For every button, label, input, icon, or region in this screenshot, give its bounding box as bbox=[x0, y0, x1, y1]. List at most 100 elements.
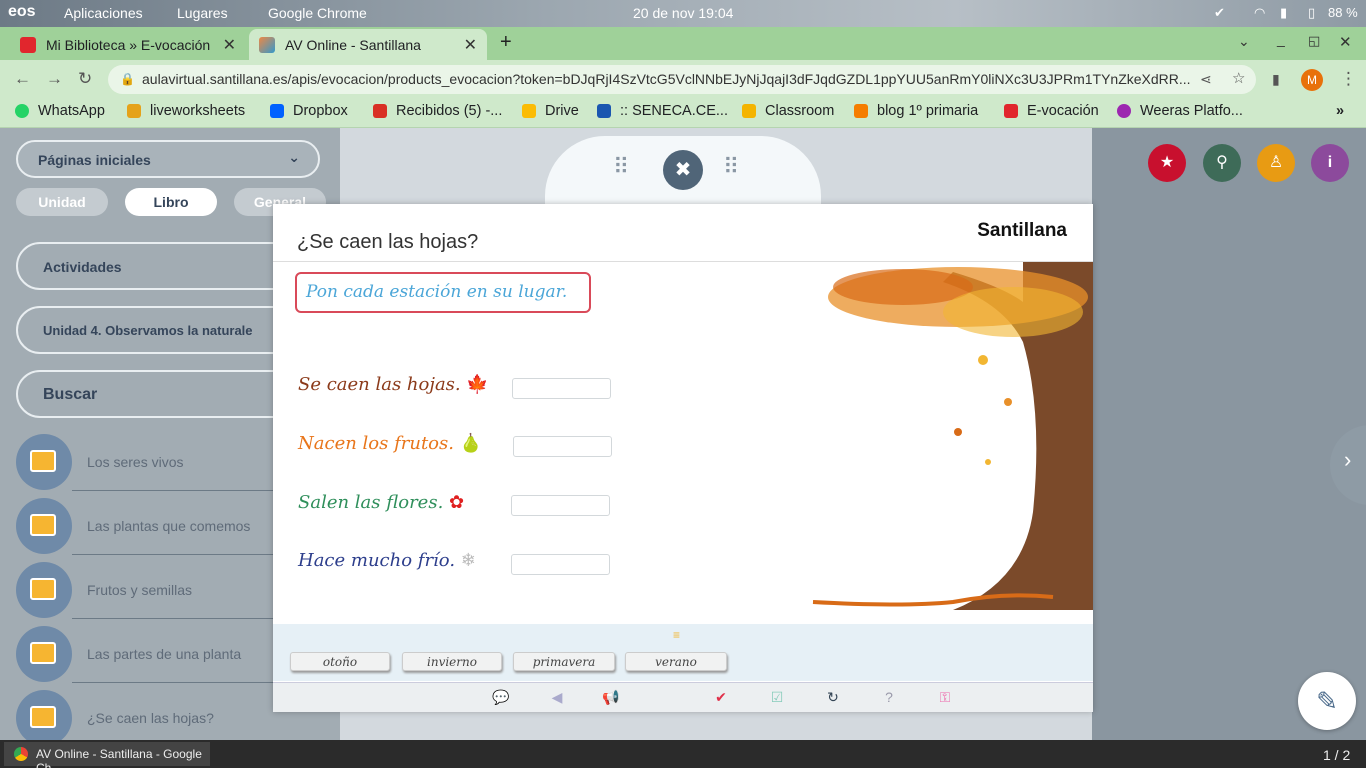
option-verano[interactable]: verano bbox=[625, 652, 727, 671]
pear-icon: 🍐 bbox=[459, 433, 483, 454]
tab-mi-biblioteca[interactable]: Mi Biblioteca » E-vocación ✕ bbox=[10, 29, 246, 60]
weeras-icon bbox=[1117, 104, 1131, 118]
user-button[interactable]: ♙ bbox=[1257, 144, 1295, 182]
drag-handle-icon[interactable]: ⠿ bbox=[613, 154, 629, 180]
favorites-button[interactable]: ★ bbox=[1148, 144, 1186, 182]
bookmark-dropbox[interactable]: Dropbox bbox=[270, 103, 348, 119]
classroom-icon bbox=[742, 104, 756, 118]
snowflake-icon: ❄ bbox=[460, 550, 476, 571]
folder-icon bbox=[30, 514, 56, 536]
more-bookmarks-button[interactable]: » bbox=[1336, 103, 1344, 119]
check-icon[interactable]: ✔ bbox=[1214, 5, 1225, 21]
leaf-icon: 🍁 bbox=[466, 374, 489, 395]
drag-handle-icon[interactable]: ⠿ bbox=[723, 154, 739, 180]
back-icon[interactable]: ← bbox=[14, 69, 31, 89]
chevron-right-icon: › bbox=[1344, 447, 1352, 472]
check-answers-icon[interactable]: ✔ bbox=[711, 689, 731, 706]
workspace-indicator[interactable]: 1 / 2 bbox=[1323, 747, 1350, 763]
maximize-button[interactable]: ◱ bbox=[1308, 33, 1320, 49]
sentence-verano: Nacen los frutos. 🍐 bbox=[298, 433, 483, 454]
checklist-icon[interactable]: ☑ bbox=[767, 689, 787, 706]
info-button[interactable]: i bbox=[1311, 144, 1349, 182]
bookmark-classroom[interactable]: Classroom bbox=[742, 103, 834, 119]
close-tab-icon[interactable]: ✕ bbox=[223, 35, 236, 55]
menu-kebab-icon[interactable]: ⋮ bbox=[1340, 69, 1357, 89]
bookmark-drive[interactable]: Drive bbox=[522, 103, 579, 119]
tab-libro[interactable]: Libro bbox=[125, 188, 217, 216]
tab-unidad[interactable]: Unidad bbox=[16, 188, 108, 216]
profile-avatar[interactable]: M bbox=[1301, 69, 1323, 91]
edit-button[interactable]: ✎ bbox=[1298, 672, 1356, 730]
bookmark-whatsapp[interactable]: WhatsApp bbox=[15, 103, 105, 119]
evocacion-icon bbox=[1004, 104, 1018, 118]
blogger-icon bbox=[854, 104, 868, 118]
seneca-icon bbox=[597, 104, 611, 118]
clock[interactable]: 20 de nov 19:04 bbox=[633, 5, 733, 21]
key-icon[interactable]: ⚿ bbox=[935, 689, 955, 706]
system-top-bar: eos Aplicaciones Lugares Google Chrome 2… bbox=[0, 0, 1366, 27]
taskbar-window-item[interactable]: AV Online - Santillana - Google Ch... bbox=[4, 742, 210, 768]
bookmark-liveworksheets[interactable]: liveworksheets bbox=[127, 103, 245, 119]
option-invierno[interactable]: invierno bbox=[402, 652, 502, 671]
info-icon: i bbox=[1327, 154, 1333, 171]
close-icon: ✖ bbox=[674, 159, 692, 181]
activity-modal: ¿Se caen las hojas? Santillana Pon cada … bbox=[273, 204, 1093, 712]
minimize-button[interactable]: _ bbox=[1277, 31, 1285, 47]
option-otono[interactable]: otoño bbox=[290, 652, 390, 671]
bookmark-blog[interactable]: blog 1º primaria bbox=[854, 103, 978, 119]
audio-off-icon[interactable]: ◀ bbox=[547, 689, 567, 706]
forward-icon[interactable]: → bbox=[46, 69, 63, 89]
bookmark-weeras[interactable]: Weeras Platfo... bbox=[1117, 103, 1243, 119]
menu-google-chrome[interactable]: Google Chrome bbox=[268, 5, 367, 21]
close-window-button[interactable]: ✕ bbox=[1339, 33, 1352, 51]
battery-level: 88 % bbox=[1328, 5, 1358, 20]
pages-dropdown[interactable]: Páginas iniciales ⌄ bbox=[16, 140, 320, 178]
side-panel-icon[interactable]: ▮ bbox=[1272, 71, 1280, 88]
answer-box-1[interactable] bbox=[512, 378, 611, 399]
autumn-tree-illustration bbox=[812, 262, 1093, 610]
liveworksheets-icon bbox=[127, 104, 141, 118]
bookmark-gmail[interactable]: Recibidos (5) -... bbox=[373, 103, 502, 119]
tab-search-icon[interactable]: ⌄ bbox=[1238, 33, 1250, 50]
address-bar[interactable]: 🔒 aulavirtual.santillana.es/apis/evocaci… bbox=[108, 65, 1256, 94]
help-icon[interactable]: ? bbox=[879, 689, 899, 705]
tray-handle-icon[interactable]: ≡ bbox=[673, 628, 680, 642]
santillana-favicon-icon bbox=[259, 36, 275, 53]
bookmark-seneca[interactable]: :: SENECA.CE... bbox=[597, 103, 728, 119]
bookmarks-bar: WhatsApp liveworksheets Dropbox Recibido… bbox=[0, 98, 1366, 128]
wifi-icon[interactable]: ◠ bbox=[1254, 5, 1265, 21]
close-modal-button[interactable]: ✖ bbox=[663, 150, 703, 190]
folder-icon bbox=[30, 450, 56, 472]
battery-icon: ▯ bbox=[1308, 5, 1316, 20]
sentence-primavera: Salen las flores. ✿ bbox=[298, 492, 465, 513]
bookmark-evocacion[interactable]: E-vocación bbox=[1004, 103, 1099, 119]
option-primavera[interactable]: primavera bbox=[513, 652, 615, 671]
answer-box-4[interactable] bbox=[511, 554, 610, 575]
answer-box-2[interactable] bbox=[513, 436, 612, 457]
whatsapp-icon bbox=[15, 104, 29, 118]
new-tab-button[interactable]: + bbox=[500, 31, 512, 54]
url-text: aulavirtual.santillana.es/apis/evocacion… bbox=[142, 71, 1191, 87]
activity-title: ¿Se caen las hojas? bbox=[297, 231, 479, 253]
comment-icon[interactable]: 💬 bbox=[491, 689, 511, 706]
search-button[interactable]: ⚲ bbox=[1203, 144, 1241, 182]
audio-icon[interactable]: 📢 bbox=[601, 689, 621, 706]
tab-av-online[interactable]: AV Online - Santillana ✕ bbox=[249, 29, 487, 60]
sentence-otono: Se caen las hojas. 🍁 bbox=[298, 374, 489, 395]
instruction-box: Pon cada estación en su lugar. bbox=[295, 272, 591, 313]
activity-toolbar: 💬 ◀ 📢 ✔ ☑ ↻ ? ⚿ bbox=[273, 682, 1093, 712]
folder-icon bbox=[30, 706, 56, 728]
menu-applications[interactable]: Aplicaciones bbox=[64, 5, 143, 21]
reload-icon[interactable]: ↻ bbox=[78, 69, 92, 89]
bookmark-star-icon[interactable]: ☆ bbox=[1232, 69, 1245, 87]
volume-icon[interactable]: ▮ bbox=[1280, 5, 1287, 21]
answer-box-3[interactable] bbox=[511, 495, 610, 516]
folder-icon bbox=[30, 642, 56, 664]
close-tab-icon[interactable]: ✕ bbox=[464, 35, 477, 55]
menu-places[interactable]: Lugares bbox=[177, 5, 228, 21]
dropbox-icon bbox=[270, 104, 284, 118]
reset-icon[interactable]: ↻ bbox=[823, 689, 843, 706]
eos-logo[interactable]: eos bbox=[8, 3, 36, 21]
share-icon[interactable]: ⋖ bbox=[1200, 71, 1212, 88]
star-icon: ★ bbox=[1159, 154, 1175, 171]
